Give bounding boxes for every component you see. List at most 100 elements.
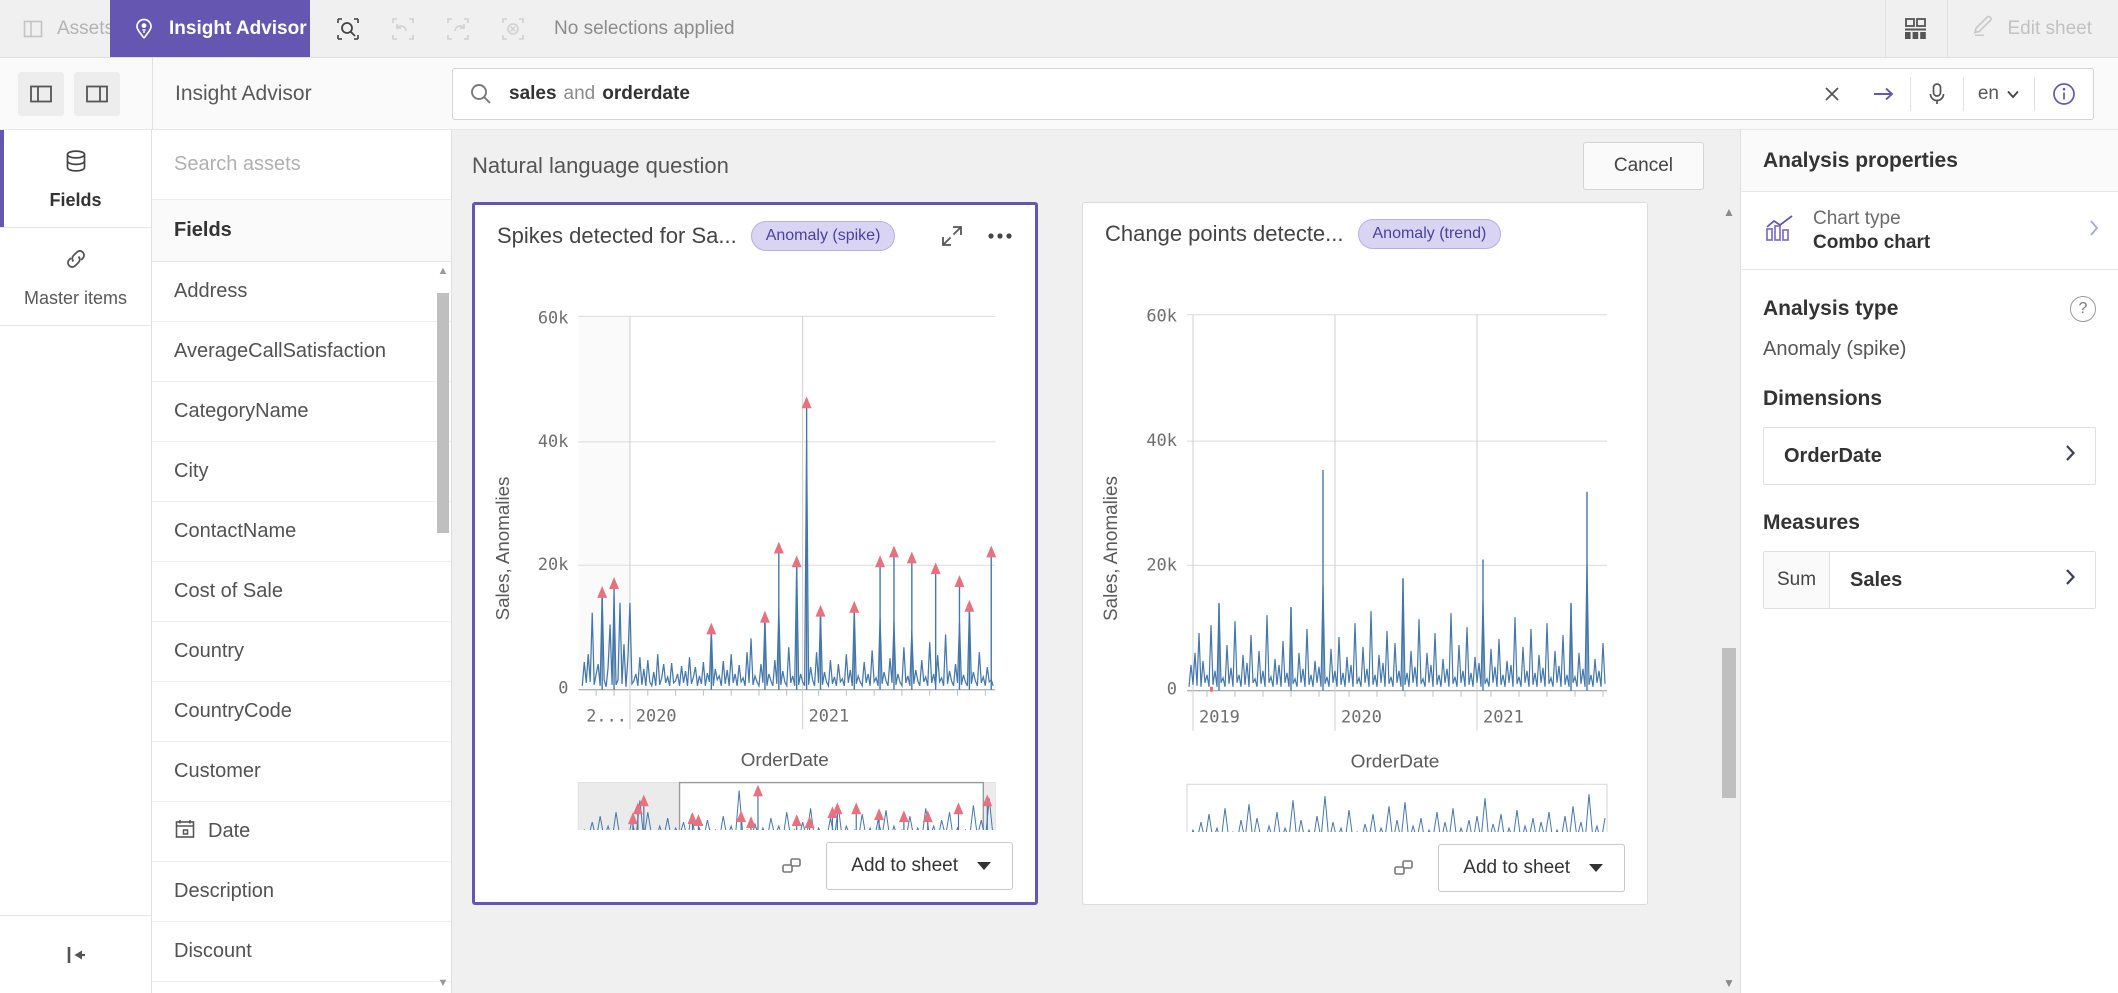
sheet-grid-icon[interactable] <box>1884 0 1947 57</box>
chart-range-brush[interactable] <box>1186 783 1608 832</box>
left-panel-toggle-icon[interactable] <box>18 71 64 116</box>
list-item[interactable]: Country <box>152 622 451 682</box>
language-label: en <box>1977 82 1999 104</box>
edit-sheet-button[interactable]: Edit sheet <box>1946 0 2118 57</box>
list-item[interactable]: CategoryName <box>152 382 451 442</box>
list-item[interactable]: City <box>152 442 451 502</box>
insight-card[interactable]: Spikes detected for Sa... Anomaly (spike… <box>472 202 1038 905</box>
chart-y-axis-title: Sales, Anomalies <box>492 477 513 621</box>
list-item[interactable]: Discount <box>152 922 451 982</box>
expand-icon[interactable] <box>935 219 969 253</box>
card-chart-body[interactable]: Sales, Anomalies 60k 40k 20k 0 <box>475 267 1035 830</box>
analysis-properties-header: Analysis properties <box>1741 130 2118 192</box>
more-options-icon[interactable] <box>983 219 1017 253</box>
add-to-sheet-button[interactable]: Add to sheet <box>826 842 1013 890</box>
asset-label: CategoryName <box>174 400 309 422</box>
main-scroll-track[interactable] <box>1722 218 1736 977</box>
selection-search-icon[interactable] <box>322 0 374 58</box>
search-assets-input[interactable]: Search assets <box>152 130 451 200</box>
topbar-right: Edit sheet <box>1884 0 2118 57</box>
chart-plot-area <box>578 316 996 690</box>
chart-plot-area <box>1187 314 1607 691</box>
clear-selections-icon[interactable] <box>487 0 539 58</box>
microphone-icon[interactable] <box>1911 69 1963 119</box>
main-scrollbar[interactable]: ▲ ▼ <box>1722 206 1736 989</box>
right-panel-toggle-icon[interactable] <box>74 71 120 116</box>
anomaly-spike-chart[interactable]: Sales, Anomalies 60k 40k 20k 0 2... 2020… <box>487 267 1023 830</box>
list-item[interactable]: Customer <box>152 742 451 802</box>
chain-link-icon[interactable] <box>1392 856 1416 880</box>
nav-assets[interactable]: Assets <box>0 0 114 57</box>
step-back-icon[interactable] <box>377 0 429 58</box>
dimensions-section: Dimensions <box>1741 361 2118 411</box>
search-input[interactable]: sales and orderdate <box>509 69 1806 119</box>
list-item[interactable]: Date <box>152 802 451 862</box>
help-icon[interactable]: ? <box>2070 296 2096 322</box>
analysis-type-section: Analysis type ? Anomaly (spike) <box>1741 270 2118 361</box>
card-title: Spikes detected for Sa... <box>497 223 737 248</box>
search-box[interactable]: sales and orderdate en <box>452 67 2094 120</box>
add-to-sheet-label: Add to sheet <box>851 855 958 876</box>
cancel-button[interactable]: Cancel <box>1582 142 1704 190</box>
measure-name: Sales <box>1850 568 1903 591</box>
chart-y-tick-1: 20k <box>538 554 568 574</box>
add-to-sheet-button[interactable]: Add to sheet <box>1438 844 1625 892</box>
panel-icon <box>22 18 44 40</box>
asset-label: AverageCallSatisfaction <box>174 340 386 362</box>
card-footer: Add to sheet <box>1083 832 1647 904</box>
language-selector[interactable]: en <box>1964 69 2034 119</box>
nav-insight-advisor-label: Insight Advisor <box>169 17 307 39</box>
assets-scroll-thumb[interactable] <box>437 293 449 533</box>
measure-pill-sales[interactable]: Sum Sales <box>1763 551 2096 609</box>
sidebar-item-fields[interactable]: Fields <box>0 130 151 228</box>
caret-up-icon[interactable]: ▲ <box>438 266 449 277</box>
list-item[interactable]: AverageCallSatisfaction <box>152 322 451 382</box>
caret-down-icon[interactable]: ▼ <box>438 978 449 989</box>
insight-card[interactable]: Change points detecte... Anomaly (trend)… <box>1082 202 1648 905</box>
chart-changepoint-markers <box>1210 686 1213 692</box>
list-item[interactable]: ContactName <box>152 502 451 562</box>
main-scroll-thumb[interactable] <box>1722 648 1736 798</box>
app-body: Fields Master items Search assets Fields… <box>0 130 2118 993</box>
chain-link-icon[interactable] <box>780 854 804 878</box>
caret-down-icon[interactable]: ▼ <box>1723 977 1735 989</box>
chart-range-brush[interactable] <box>577 781 996 830</box>
list-item[interactable]: Description <box>152 862 451 922</box>
dimension-pill-orderdate[interactable]: OrderDate <box>1763 427 2096 485</box>
card-chart-body[interactable]: Sales, Anomalies 60k 40k 20k 0 <box>1083 265 1647 832</box>
collapse-left-icon[interactable] <box>0 915 151 993</box>
arrow-right-icon[interactable] <box>1858 69 1910 119</box>
chart-type-row[interactable]: Chart type Combo chart <box>1741 192 2118 270</box>
card-title: Change points detecte... <box>1105 221 1344 246</box>
nav-insight-advisor[interactable]: Insight Advisor <box>110 0 310 57</box>
anomaly-trend-chart[interactable]: Sales, Anomalies 60k 40k 20k 0 2019 2020… <box>1095 265 1635 832</box>
measures-section: Measures <box>1741 485 2118 535</box>
status-badge: Anomaly (spike) <box>750 221 896 251</box>
step-forward-icon[interactable] <box>432 0 484 58</box>
sidebar-item-master-items[interactable]: Master items <box>0 228 151 326</box>
chart-x-tick-1: 2020 <box>1341 707 1382 727</box>
assets-scrollbar[interactable]: ▲ ▼ <box>437 266 449 989</box>
link-icon <box>61 244 91 279</box>
caret-up-icon[interactable]: ▲ <box>1723 206 1735 218</box>
chevron-down-icon <box>2006 83 2020 105</box>
status-badge: Anomaly (trend) <box>1357 219 1502 249</box>
analysis-type-value: Anomaly (spike) <box>1763 338 1907 360</box>
list-item[interactable]: Address <box>152 262 451 322</box>
info-icon[interactable] <box>2035 69 2093 119</box>
asset-label: Customer <box>174 760 261 782</box>
close-icon[interactable] <box>1806 69 1858 119</box>
assets-panel: Search assets Fields Address AverageCall… <box>152 130 452 993</box>
search-icon <box>453 69 509 119</box>
asset-label: Description <box>174 880 275 902</box>
asset-label: Country <box>174 640 245 662</box>
assets-scroll-track[interactable] <box>437 277 449 978</box>
chart-x-tick-2: 2021 <box>809 705 850 725</box>
sidebar-item-fields-label: Fields <box>49 190 102 210</box>
card-header: Spikes detected for Sa... Anomaly (spike… <box>475 205 1035 267</box>
measure-pill-body: Sales <box>1830 552 2095 608</box>
asset-label: Cost of Sale <box>174 580 283 602</box>
page-title: Natural language question <box>472 153 729 178</box>
list-item[interactable]: Cost of Sale <box>152 562 451 622</box>
list-item[interactable]: CountryCode <box>152 682 451 742</box>
